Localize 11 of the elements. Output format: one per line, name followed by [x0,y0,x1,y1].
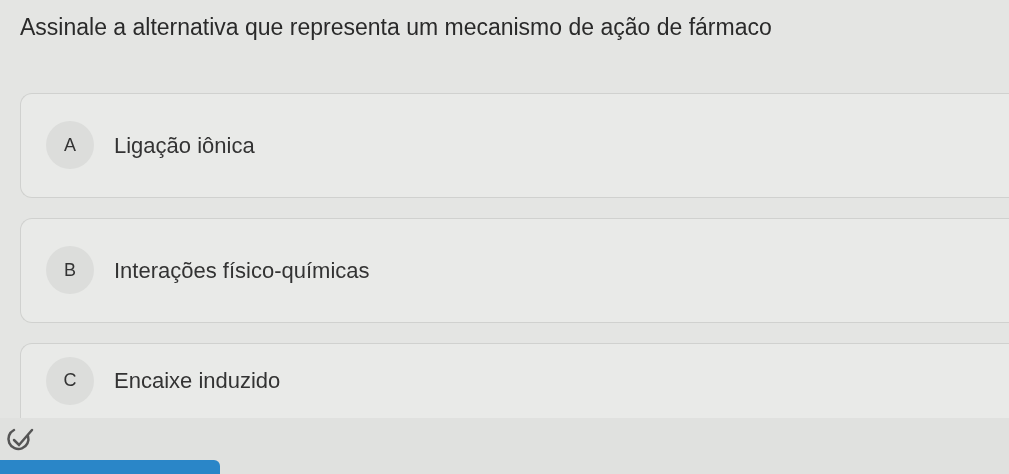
check-icon [6,426,36,452]
option-text: Encaixe induzido [114,367,281,396]
answer-option[interactable]: A Ligação iônica [20,92,1009,198]
option-text: Ligação iônica [114,131,255,160]
option-letter: A [46,121,94,169]
option-text: Interações físico-químicas [114,256,370,285]
answer-option[interactable]: C Encaixe induzido [20,342,1009,418]
question-text: Assinale a alternativa que representa um mecanismo de ação de fármaco [20,13,773,42]
answer-option[interactable]: B Interações físico-químicas [20,217,1009,323]
option-letter: B [46,246,94,294]
option-letter: C [46,356,94,405]
